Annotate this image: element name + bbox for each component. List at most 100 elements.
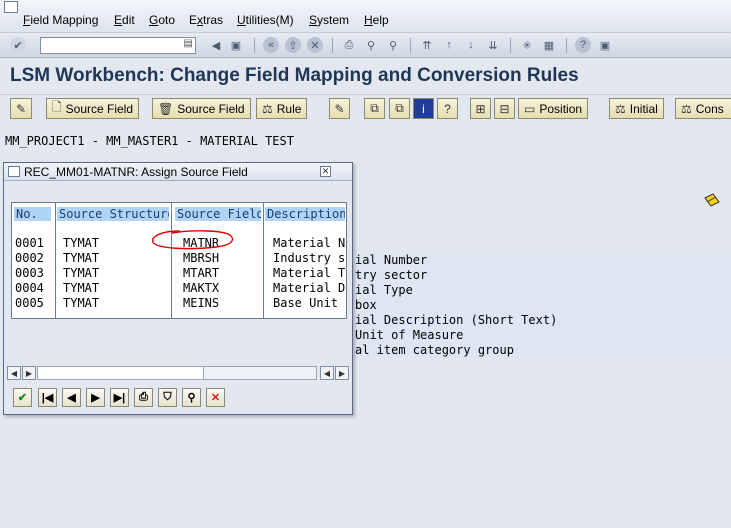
application-toolbar: ✎ 🗋 Source Field 🗑 Source Field ⚖ Rule ✎… — [0, 94, 731, 122]
collapse-icon: ⊟ — [499, 101, 510, 116]
horizontal-scrollbar[interactable]: ◀ ▶ ◀ ▶ — [7, 366, 349, 380]
list-item[interactable]: try sector — [344, 268, 731, 283]
next-icon[interactable]: ▶ — [86, 388, 105, 407]
row-no[interactable]: 0002 — [15, 251, 44, 266]
command-dropdown-icon[interactable]: ▤ — [184, 38, 193, 49]
back-arrow-icon[interactable]: « — [263, 37, 279, 53]
list-item[interactable]: ial Number — [344, 253, 731, 268]
print-icon[interactable]: ⎙ — [134, 388, 153, 407]
button-label: Position — [539, 101, 583, 116]
close-icon[interactable]: ✕ — [320, 166, 331, 177]
menu-help[interactable]: Help — [364, 13, 389, 27]
list-item[interactable]: al item category group — [344, 343, 731, 358]
constant-button[interactable]: ⚖ Cons — [675, 98, 731, 119]
shortcut-icon[interactable]: ▦ — [541, 37, 557, 53]
initial-button[interactable]: ⚖ Initial — [609, 98, 664, 119]
cancel-icon[interactable]: ✕ — [307, 37, 323, 53]
rule-button[interactable]: ⚖ Rule — [256, 98, 308, 119]
enter-icon[interactable]: ✔ — [10, 37, 26, 53]
row-structure[interactable]: TYMAT — [63, 281, 99, 296]
row-structure[interactable]: TYMAT — [63, 251, 99, 266]
row-description[interactable]: Material T — [273, 266, 346, 281]
menu-field-mapping[interactable]: Field Mapping — [23, 13, 98, 27]
row-description[interactable]: Material D — [273, 281, 346, 296]
find-icon[interactable]: ⚲ — [363, 37, 379, 53]
check-icon[interactable]: ✔ — [13, 388, 32, 407]
row-description[interactable]: Material N — [273, 236, 346, 251]
prev-page-icon[interactable]: ↑ — [441, 37, 457, 53]
find-icon[interactable]: ⚲ — [182, 388, 201, 407]
cancel-icon[interactable]: ✕ — [206, 388, 225, 407]
scroll-right-icon[interactable]: ▶ — [335, 366, 349, 380]
scroll-page-right-icon[interactable]: ◀ — [320, 366, 334, 380]
position-icon: ▭ — [524, 101, 536, 116]
save-icon[interactable]: ▣ — [228, 37, 244, 53]
row-structure[interactable]: TYMAT — [63, 266, 99, 281]
display-button[interactable]: ⧉ — [364, 98, 385, 119]
column-header-no[interactable]: No. — [14, 207, 51, 221]
copy-button[interactable]: ⧉ — [389, 98, 410, 119]
row-no[interactable]: 0004 — [15, 281, 44, 296]
dialog-menu-icon[interactable] — [8, 166, 20, 177]
first-page-icon[interactable]: ⇈ — [419, 37, 435, 53]
scroll-thumb[interactable] — [38, 367, 204, 379]
assign-source-field-dialog: REC_MM01-MATNR: Assign Source Field ✕ No… — [3, 162, 353, 415]
menu-extras[interactable]: Extras — [189, 13, 223, 27]
menu-system[interactable]: System — [309, 13, 349, 27]
column-header-source-field[interactable]: Source Field — [175, 207, 261, 221]
command-field[interactable]: ▤ — [40, 37, 196, 54]
row-structure[interactable]: TYMAT — [63, 236, 99, 251]
row-no[interactable]: 0001 — [15, 236, 44, 251]
exit-icon[interactable]: ⇧ — [285, 37, 301, 53]
row-description[interactable]: Industry s — [273, 251, 346, 266]
print-icon[interactable]: ⎙ — [341, 37, 357, 53]
layout-icon[interactable]: ▣ — [597, 37, 613, 53]
rule-icon: ⚖ — [681, 101, 692, 116]
column-header-description[interactable]: Description — [265, 207, 345, 221]
button-label: Source Field — [65, 101, 134, 116]
info-button[interactable]: i — [413, 98, 434, 119]
row-structure[interactable]: TYMAT — [63, 296, 99, 311]
list-item[interactable]: Unit of Measure — [344, 328, 731, 343]
scroll-left-icon[interactable]: ◀ — [7, 366, 21, 380]
create-source-field-button[interactable]: 🗋 Source Field — [46, 98, 140, 119]
column-header-source-structure[interactable]: Source Structure — [57, 207, 169, 221]
back-icon[interactable]: ◀ — [208, 37, 224, 53]
find-next-icon[interactable]: ⚲ — [385, 37, 401, 53]
row-description[interactable]: Base Unit — [273, 296, 346, 311]
row-no[interactable]: 0003 — [15, 266, 44, 281]
help-icon[interactable]: ? — [575, 37, 591, 53]
pencil-note-icon[interactable] — [704, 193, 720, 207]
window-menu-icon[interactable] — [4, 1, 18, 13]
separator — [254, 38, 255, 53]
help-button[interactable]: ? — [437, 98, 458, 119]
scroll-track[interactable] — [37, 366, 317, 380]
delete-source-field-button[interactable]: 🗑 Source Field — [152, 98, 251, 119]
menu-goto[interactable]: Goto — [149, 13, 175, 27]
menu-utilities[interactable]: Utilities(M) — [237, 13, 294, 27]
row-field[interactable]: MBRSH — [183, 251, 219, 266]
row-field[interactable]: MAKTX — [183, 281, 219, 296]
scroll-page-left-icon[interactable]: ▶ — [22, 366, 36, 380]
button-label: Rule — [276, 101, 302, 116]
new-session-icon[interactable]: ✳ — [519, 37, 535, 53]
collapse-button[interactable]: ⊟ — [494, 98, 515, 119]
prev-icon[interactable]: ◀ — [62, 388, 81, 407]
last-icon[interactable]: ▶| — [110, 388, 129, 407]
menu-edit[interactable]: Edit — [114, 13, 135, 27]
first-icon[interactable]: |◀ — [38, 388, 57, 407]
list-item[interactable]: ial Description (Short Text) — [344, 313, 731, 328]
next-page-icon[interactable]: ↓ — [463, 37, 479, 53]
separator — [510, 38, 511, 53]
expand-button[interactable]: ⊞ — [470, 98, 491, 119]
last-page-icon[interactable]: ⇊ — [485, 37, 501, 53]
edit-mode-button[interactable]: ✎ — [10, 98, 32, 119]
change-button[interactable]: ✎ — [329, 98, 350, 119]
row-field[interactable]: MTART — [183, 266, 219, 281]
list-item[interactable]: box — [344, 298, 731, 313]
row-field[interactable]: MEINS — [183, 296, 219, 311]
row-no[interactable]: 0005 — [15, 296, 44, 311]
list-item[interactable]: ial Type — [344, 283, 731, 298]
position-button[interactable]: ▭ Position — [518, 98, 589, 119]
filter-icon[interactable]: ⛉ — [158, 388, 177, 407]
